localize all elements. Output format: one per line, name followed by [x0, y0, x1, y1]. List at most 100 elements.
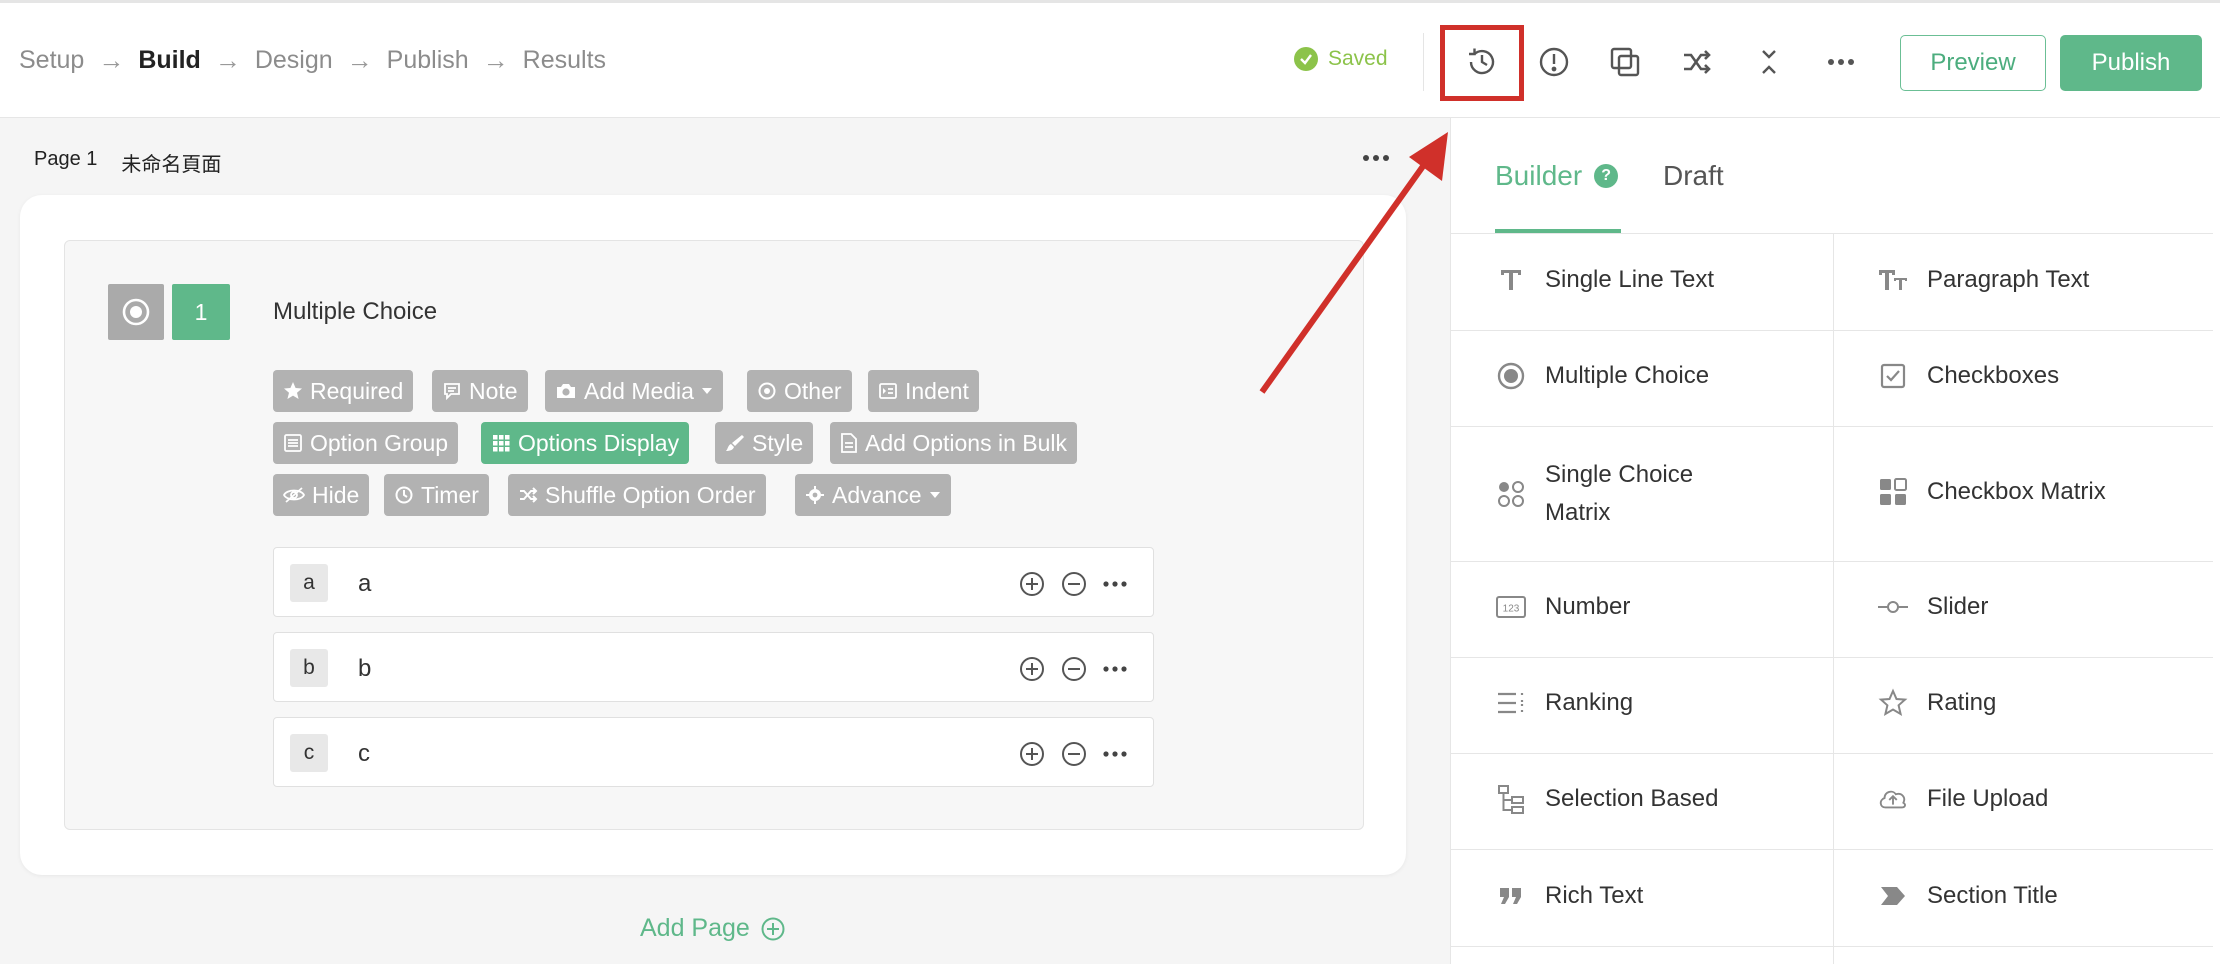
more-icon[interactable]	[1102, 740, 1128, 768]
field-rating[interactable]: Rating	[1877, 687, 1996, 719]
minus-circle-icon[interactable]	[1060, 740, 1088, 768]
required-tag[interactable]: Required	[273, 370, 414, 412]
star-icon	[1877, 687, 1909, 719]
indent-tag[interactable]: Indent	[868, 370, 979, 412]
plus-circle-icon[interactable]	[1018, 655, 1046, 683]
option-row[interactable]: a a	[273, 547, 1154, 617]
field-file-upload[interactable]: File Upload	[1877, 783, 2048, 815]
dots-grid-icon	[1495, 478, 1527, 510]
tab-builder[interactable]: Builder ?	[1495, 160, 1619, 192]
hide-tag[interactable]: Hide	[273, 474, 370, 516]
arrow-right-icon: →	[482, 45, 509, 75]
field-checkbox-matrix[interactable]: Checkbox Matrix	[1877, 476, 2106, 508]
options-display-tag[interactable]: Options Display	[481, 422, 690, 464]
plus-circle-icon[interactable]	[1018, 740, 1046, 768]
step-build[interactable]: Build	[138, 46, 201, 75]
svg-text:123: 123	[1503, 604, 1520, 615]
field-number[interactable]: 123 Number	[1495, 591, 1630, 623]
option-text[interactable]: c	[358, 740, 370, 768]
comment-icon	[444, 383, 460, 401]
help-icon[interactable]: ?	[1594, 164, 1619, 188]
minus-circle-icon[interactable]	[1060, 655, 1088, 683]
option-letter: a	[290, 564, 328, 602]
cloud-upload-icon	[1877, 783, 1909, 815]
radio-icon	[758, 382, 776, 400]
style-tag[interactable]: Style	[715, 422, 814, 464]
sitemap-icon	[1495, 783, 1527, 815]
clock-icon	[395, 486, 413, 504]
page-number-label: Page 1	[34, 148, 98, 170]
more-icon[interactable]	[1102, 570, 1128, 598]
radio-icon	[1495, 360, 1527, 392]
option-actions	[1018, 570, 1128, 598]
step-publish[interactable]: Publish	[387, 46, 469, 75]
option-letter: b	[290, 649, 328, 687]
more-icon[interactable]	[1102, 655, 1128, 683]
grid-row-divider	[1451, 330, 2213, 331]
shuffle-option-order-tag[interactable]: Shuffle Option Order	[508, 474, 766, 516]
option-text[interactable]: a	[358, 570, 371, 598]
ranking-icon	[1495, 687, 1527, 719]
step-results[interactable]: Results	[523, 46, 606, 75]
question-number: 1	[172, 284, 230, 340]
field-single-choice-matrix[interactable]: Single Choice Matrix	[1495, 456, 1693, 532]
collapse-icon[interactable]	[1746, 39, 1792, 85]
minus-circle-icon[interactable]	[1060, 570, 1088, 598]
alert-icon[interactable]	[1531, 39, 1577, 85]
note-tag[interactable]: Note	[432, 370, 528, 412]
add-page-button[interactable]: Add Page	[640, 914, 786, 943]
option-group-tag[interactable]: Option Group	[273, 422, 459, 464]
shuffle-icon	[520, 487, 538, 503]
brush-icon	[726, 435, 744, 451]
number-icon: 123	[1495, 591, 1527, 623]
page-name[interactable]: 未命名頁面	[121, 148, 221, 177]
eye-slash-icon	[283, 487, 305, 503]
grid-row-divider	[1451, 946, 2213, 947]
tabs-divider	[1451, 233, 2213, 234]
highlight-box	[1440, 25, 1524, 101]
shuffle-icon[interactable]	[1674, 39, 1720, 85]
grid-row-divider	[1451, 561, 2213, 562]
field-multiple-choice[interactable]: Multiple Choice	[1495, 360, 1709, 392]
field-paragraph-text[interactable]: Paragraph Text	[1877, 264, 2089, 296]
grid-icon	[1877, 476, 1909, 508]
more-icon[interactable]	[1818, 39, 1864, 85]
step-breadcrumb: Setup → Build → Design → Publish → Resul…	[19, 45, 606, 76]
star-icon	[284, 382, 302, 399]
step-setup[interactable]: Setup	[19, 46, 84, 75]
option-row[interactable]: b b	[273, 632, 1154, 702]
page-header: Page 1 未命名頁面	[34, 148, 221, 177]
checkbox-icon	[1877, 360, 1909, 392]
field-rich-text[interactable]: Rich Text	[1495, 880, 1643, 912]
grid-icon	[493, 435, 510, 452]
question-title[interactable]: Multiple Choice	[273, 298, 437, 326]
field-single-line-text[interactable]: Single Line Text	[1495, 264, 1714, 296]
document-icon	[841, 433, 857, 453]
plus-circle-icon[interactable]	[1018, 570, 1046, 598]
step-design[interactable]: Design	[255, 46, 333, 75]
preview-button[interactable]: Preview	[1900, 35, 2046, 91]
list-icon	[284, 434, 302, 452]
timer-tag[interactable]: Timer	[384, 474, 489, 516]
grid-row-divider	[1451, 657, 2213, 658]
page-more-icon[interactable]	[1362, 150, 1390, 168]
add-media-tag[interactable]: Add Media	[545, 370, 723, 412]
camera-icon	[557, 384, 575, 398]
other-tag[interactable]: Other	[747, 370, 852, 412]
add-options-bulk-tag[interactable]: Add Options in Bulk	[830, 422, 1078, 464]
advance-tag[interactable]: Advance	[795, 474, 951, 516]
option-row[interactable]: c c	[273, 717, 1154, 787]
field-section-title[interactable]: Section Title	[1877, 880, 2058, 912]
option-actions	[1018, 655, 1128, 683]
publish-button[interactable]: Publish	[2060, 35, 2202, 91]
option-letter: c	[290, 734, 328, 772]
duplicate-icon[interactable]	[1602, 39, 1648, 85]
indent-icon	[879, 383, 897, 399]
field-slider[interactable]: Slider	[1877, 591, 1988, 623]
field-checkboxes[interactable]: Checkboxes	[1877, 360, 2059, 392]
option-text[interactable]: b	[358, 655, 371, 683]
field-selection-based[interactable]: Selection Based	[1495, 783, 1718, 815]
tab-draft[interactable]: Draft	[1663, 160, 1724, 192]
grid-row-divider	[1451, 849, 2213, 850]
field-ranking[interactable]: Ranking	[1495, 687, 1633, 719]
